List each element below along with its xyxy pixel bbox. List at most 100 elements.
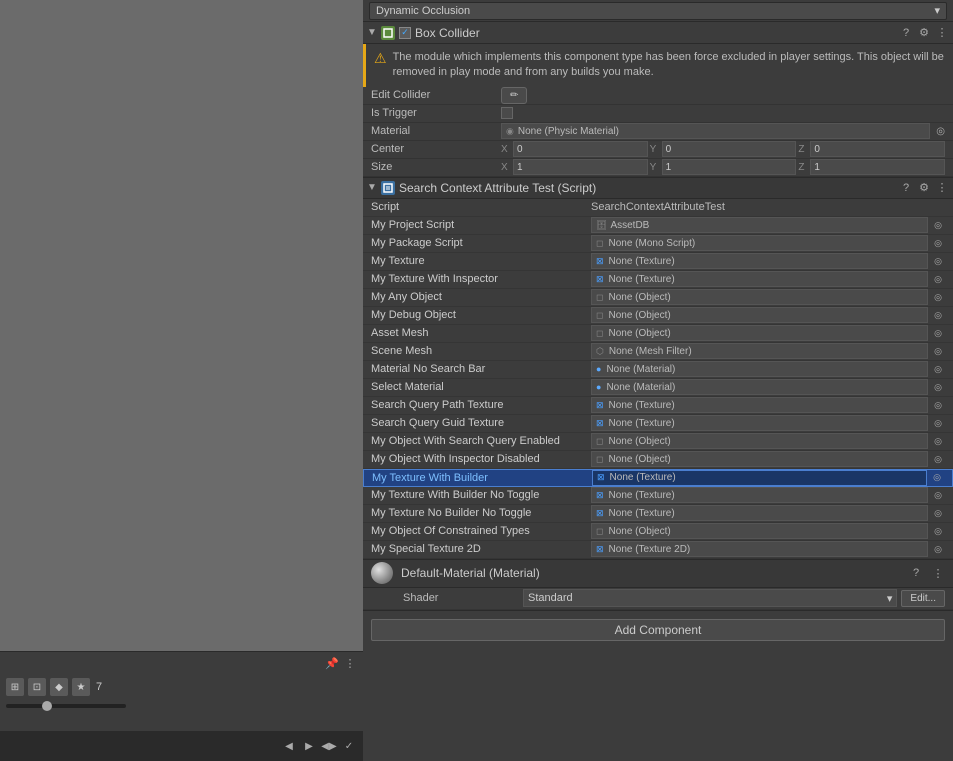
menu-icon[interactable]: ⋮ bbox=[935, 26, 949, 40]
collapse-arrow-icon[interactable]: ▼ bbox=[367, 27, 377, 38]
size-x-field[interactable]: 1 bbox=[513, 159, 648, 175]
object-field-8[interactable]: ⬡None (Mesh Filter) bbox=[591, 343, 928, 359]
box-collider-checkbox[interactable]: ✓ bbox=[399, 27, 411, 39]
script-row-3[interactable]: My Texture⊠None (Texture)◎ bbox=[363, 253, 953, 271]
is-trigger-row: Is Trigger bbox=[363, 105, 953, 123]
script-row-1[interactable]: My Project Script🗄AssetDB◎ bbox=[363, 217, 953, 235]
script-rows-container: ScriptSearchContextAttributeTestMy Proje… bbox=[363, 199, 953, 559]
object-field-10[interactable]: ●None (Material) bbox=[591, 379, 928, 395]
check-icon[interactable]: ✓ bbox=[341, 738, 357, 754]
script-row-2[interactable]: My Package Script◻None (Mono Script)◎ bbox=[363, 235, 953, 253]
is-trigger-value bbox=[501, 107, 945, 119]
script-row-10[interactable]: Select Material●None (Material)◎ bbox=[363, 379, 953, 397]
target-btn-7[interactable]: ◎ bbox=[931, 326, 945, 340]
script-row-11[interactable]: Search Query Path Texture⊠None (Texture)… bbox=[363, 397, 953, 415]
object-field-5[interactable]: ◻None (Object) bbox=[591, 289, 928, 305]
box-icon[interactable]: ⊡ bbox=[28, 678, 46, 696]
object-field-3[interactable]: ⊠None (Texture) bbox=[591, 253, 928, 269]
object-field-15[interactable]: ⊠None (Texture) bbox=[592, 470, 927, 486]
bottom-status-bar: ◀ ▶ ◀▶ ✓ bbox=[0, 731, 363, 761]
diamond-icon[interactable]: ◆ bbox=[50, 678, 68, 696]
target-btn-16[interactable]: ◎ bbox=[931, 488, 945, 502]
object-field-18[interactable]: ◻None (Object) bbox=[591, 523, 928, 539]
script-help-icon[interactable]: ? bbox=[899, 181, 913, 195]
script-row-18[interactable]: My Object Of Constrained Types◻None (Obj… bbox=[363, 523, 953, 541]
is-trigger-checkbox[interactable] bbox=[501, 107, 513, 119]
target-btn-6[interactable]: ◎ bbox=[931, 308, 945, 322]
object-field-7[interactable]: ◻None (Object) bbox=[591, 325, 928, 341]
material-help-icon[interactable]: ? bbox=[909, 566, 923, 580]
script-settings-icon[interactable]: ⚙ bbox=[917, 181, 931, 195]
target-btn-10[interactable]: ◎ bbox=[931, 380, 945, 394]
script-collapse-icon[interactable]: ▼ bbox=[367, 182, 377, 193]
dynamic-occlusion-dropdown[interactable]: Dynamic Occlusion ▾ bbox=[369, 2, 947, 20]
size-y-field[interactable]: 1 bbox=[662, 159, 797, 175]
object-field-11[interactable]: ⊠None (Texture) bbox=[591, 397, 928, 413]
target-btn-3[interactable]: ◎ bbox=[931, 254, 945, 268]
target-btn-12[interactable]: ◎ bbox=[931, 416, 945, 430]
shader-edit-button[interactable]: Edit... bbox=[901, 590, 945, 607]
target-btn-5[interactable]: ◎ bbox=[931, 290, 945, 304]
script-row-6[interactable]: My Debug Object◻None (Object)◎ bbox=[363, 307, 953, 325]
target-btn-14[interactable]: ◎ bbox=[931, 452, 945, 466]
object-field-19[interactable]: ⊠None (Texture 2D) bbox=[591, 541, 928, 557]
target-btn-13[interactable]: ◎ bbox=[931, 434, 945, 448]
size-z-field[interactable]: 1 bbox=[810, 159, 945, 175]
script-row-14[interactable]: My Object With Inspector Disabled◻None (… bbox=[363, 451, 953, 469]
script-row-4[interactable]: My Texture With Inspector⊠None (Texture)… bbox=[363, 271, 953, 289]
forward-icon[interactable]: ◀▶ bbox=[321, 738, 337, 754]
script-row-7[interactable]: Asset Mesh◻None (Object)◎ bbox=[363, 325, 953, 343]
material-target-icon[interactable]: ◎ bbox=[936, 126, 945, 137]
script-row-17[interactable]: My Texture No Builder No Toggle⊠None (Te… bbox=[363, 505, 953, 523]
shader-dropdown[interactable]: Standard ▾ bbox=[523, 589, 897, 607]
script-row-value-1: 🗄AssetDB◎ bbox=[591, 217, 945, 233]
object-field-16[interactable]: ⊠None (Texture) bbox=[591, 487, 928, 503]
target-btn-17[interactable]: ◎ bbox=[931, 506, 945, 520]
back-icon[interactable]: ◀ bbox=[281, 738, 297, 754]
script-row-15[interactable]: My Texture With Builder⊠None (Texture)◎ bbox=[363, 469, 953, 487]
script-row-9[interactable]: Material No Search Bar●None (Material)◎ bbox=[363, 361, 953, 379]
star-icon[interactable]: ★ bbox=[72, 678, 90, 696]
grid-icon[interactable]: ⊞ bbox=[6, 678, 24, 696]
object-field-13[interactable]: ◻None (Object) bbox=[591, 433, 928, 449]
object-field-12[interactable]: ⊠None (Texture) bbox=[591, 415, 928, 431]
object-field-17[interactable]: ⊠None (Texture) bbox=[591, 505, 928, 521]
center-z-field[interactable]: 0 bbox=[810, 141, 945, 157]
script-row-13[interactable]: My Object With Search Query Enabled◻None… bbox=[363, 433, 953, 451]
play-icon[interactable]: ▶ bbox=[301, 738, 317, 754]
material-field[interactable]: ◉ None (Physic Material) bbox=[501, 123, 930, 139]
script-row-0[interactable]: ScriptSearchContextAttributeTest bbox=[363, 199, 953, 217]
add-component-button[interactable]: Add Component bbox=[371, 619, 945, 641]
pin-icon[interactable]: 📌 bbox=[325, 657, 339, 670]
edit-collider-button[interactable]: ✏ bbox=[501, 87, 527, 104]
script-menu-icon[interactable]: ⋮ bbox=[935, 181, 949, 195]
center-y-field[interactable]: 0 bbox=[662, 141, 797, 157]
script-row-8[interactable]: Scene Mesh⬡None (Mesh Filter)◎ bbox=[363, 343, 953, 361]
script-row-16[interactable]: My Texture With Builder No Toggle⊠None (… bbox=[363, 487, 953, 505]
object-field-14[interactable]: ◻None (Object) bbox=[591, 451, 928, 467]
target-btn-2[interactable]: ◎ bbox=[931, 236, 945, 250]
zoom-slider[interactable] bbox=[6, 704, 126, 708]
target-btn-4[interactable]: ◎ bbox=[931, 272, 945, 286]
target-btn-18[interactable]: ◎ bbox=[931, 524, 945, 538]
target-btn-9[interactable]: ◎ bbox=[931, 362, 945, 376]
target-btn-11[interactable]: ◎ bbox=[931, 398, 945, 412]
more-options-icon[interactable]: ⋮ bbox=[343, 656, 357, 670]
slider-thumb[interactable] bbox=[42, 701, 52, 711]
help-icon[interactable]: ? bbox=[899, 26, 913, 40]
script-row-5[interactable]: My Any Object◻None (Object)◎ bbox=[363, 289, 953, 307]
target-btn-1[interactable]: ◎ bbox=[931, 218, 945, 232]
object-field-2[interactable]: ◻None (Mono Script) bbox=[591, 235, 928, 251]
object-field-9[interactable]: ●None (Material) bbox=[591, 361, 928, 377]
script-row-12[interactable]: Search Query Guid Texture⊠None (Texture)… bbox=[363, 415, 953, 433]
target-btn-8[interactable]: ◎ bbox=[931, 344, 945, 358]
center-x-field[interactable]: 0 bbox=[513, 141, 648, 157]
settings-icon[interactable]: ⚙ bbox=[917, 26, 931, 40]
script-row-19[interactable]: My Special Texture 2D⊠None (Texture 2D)◎ bbox=[363, 541, 953, 559]
object-field-4[interactable]: ⊠None (Texture) bbox=[591, 271, 928, 287]
object-field-1[interactable]: 🗄AssetDB bbox=[591, 217, 928, 233]
target-btn-19[interactable]: ◎ bbox=[931, 542, 945, 556]
object-field-6[interactable]: ◻None (Object) bbox=[591, 307, 928, 323]
material-menu-icon[interactable]: ⋮ bbox=[931, 566, 945, 580]
target-btn-15[interactable]: ◎ bbox=[930, 471, 944, 485]
